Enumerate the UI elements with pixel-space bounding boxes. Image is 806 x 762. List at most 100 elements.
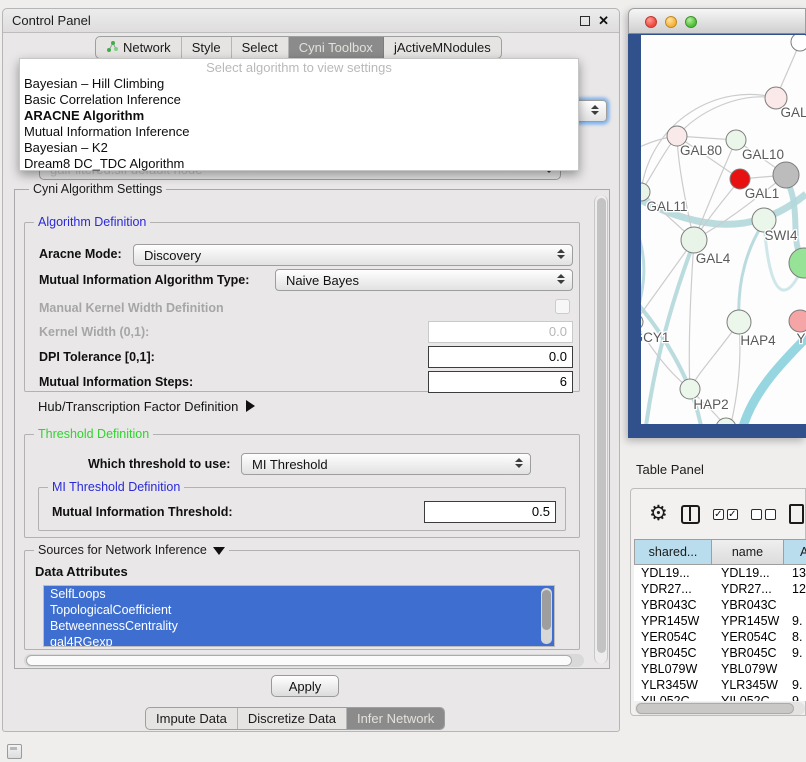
table-cell-shared-name: YIL052C (634, 693, 712, 701)
network-node[interactable] (791, 35, 806, 51)
tab-label: Infer Network (357, 711, 434, 726)
table-cell-clipped: 13 (784, 565, 806, 581)
column-header-name[interactable]: name (712, 539, 784, 565)
network-node-hap2[interactable] (680, 379, 700, 399)
deselect-all-checkboxes-icon[interactable] (751, 509, 776, 520)
minimize-window-icon[interactable] (665, 16, 677, 28)
table-row[interactable]: YDR27...YDR27...12 (634, 581, 806, 597)
dpi-tolerance-field[interactable]: 0.0 (428, 346, 573, 368)
algorithm-option[interactable]: Basic Correlation Inference (20, 92, 578, 108)
scrollbar-thumb[interactable] (542, 590, 551, 630)
network-node-gcy1[interactable] (641, 314, 643, 330)
node-label: HAP2 (693, 397, 728, 412)
column-header-clipped[interactable]: A (784, 539, 806, 565)
table-row[interactable]: YER054CYER054C8. (634, 629, 806, 645)
table-row[interactable]: YBL079WYBL079W (634, 661, 806, 677)
table-cell-clipped: 12 (784, 581, 806, 597)
table-cell-name: YBL079W (712, 661, 784, 677)
table-panel-toolbar: ⚙ ✓✓ (631, 497, 805, 531)
attribute-list-item[interactable]: gal4RGexp (44, 634, 554, 647)
manual-kernel-checkbox[interactable] (555, 299, 570, 314)
mi-threshold-field[interactable]: 0.5 (424, 501, 556, 523)
apply-button[interactable]: Apply (271, 675, 339, 697)
threshold-definition-group: Threshold Definition Which threshold to … (24, 434, 580, 538)
tab-label: Network (123, 40, 171, 55)
table-row[interactable]: YDL19...YDL19...13 (634, 565, 806, 581)
algorithm-option[interactable]: Bayesian – K2 (20, 140, 578, 156)
split-columns-icon[interactable] (681, 505, 700, 524)
tab-discretize-data[interactable]: Discretize Data (238, 708, 347, 729)
attribute-list-item[interactable]: TopologicalCoefficient (44, 602, 554, 618)
kernel-width-field[interactable]: 0.0 (428, 321, 573, 343)
aracne-mode-combo[interactable]: Discovery (133, 244, 573, 266)
combo-arrows-icon (557, 249, 565, 259)
algorithm-option[interactable]: Mutual Information Inference (20, 124, 578, 140)
algorithm-option[interactable]: Bayesian – Hill Climbing (20, 76, 578, 92)
control-panel-titlebar[interactable]: Control Panel ✕ (3, 9, 619, 33)
mi-steps-field[interactable]: 6 (428, 371, 573, 393)
network-node-gal4[interactable] (681, 227, 707, 253)
data-attributes-listbox: SelfLoopsTopologicalCoefficientBetweenne… (43, 585, 555, 647)
combo-arrows-icon (591, 105, 599, 115)
network-node[interactable] (773, 162, 799, 188)
sources-title-text: Sources for Network Inference (38, 543, 207, 557)
column-header-shared-name[interactable]: shared... (634, 539, 712, 565)
control-panel-window: Control Panel ✕ Network StyleSelectCyni T… (2, 8, 620, 732)
aracne-mode-label: Aracne Mode: (39, 243, 122, 265)
tab-jactivemnodules[interactable]: jActiveMNodules (384, 37, 501, 58)
which-threshold-label: Which threshold to use: (88, 453, 230, 475)
select-all-checkboxes-icon[interactable]: ✓✓ (713, 509, 738, 520)
which-threshold-combo[interactable]: MI Threshold (241, 453, 531, 475)
table-cell-shared-name: YDL19... (634, 565, 712, 581)
table-cell-shared-name: YBR045C (634, 645, 712, 661)
table-cell-name: YBR043C (712, 597, 784, 613)
tab-network[interactable]: Network (96, 37, 182, 58)
table-cell-clipped: 9. (784, 677, 806, 693)
mi-type-value: Naive Bayes (286, 273, 359, 288)
tab-infer-network[interactable]: Infer Network (347, 708, 444, 729)
document-icon[interactable] (789, 504, 804, 524)
listbox-vertical-scrollbar[interactable] (541, 588, 552, 644)
table-row[interactable]: YPR145WYPR145W9. (634, 613, 806, 629)
hub-definition-expander[interactable]: Hub/Transcription Factor Definition (38, 399, 255, 414)
scrollbar-thumb[interactable] (636, 703, 794, 714)
network-node-hap4[interactable] (727, 310, 751, 334)
scrollbar-thumb[interactable] (597, 198, 606, 653)
scrollbar-thumb[interactable] (26, 655, 572, 666)
attribute-list-item[interactable]: SelfLoops (44, 586, 554, 602)
table-row[interactable]: YBR043CYBR043C (634, 597, 806, 613)
tab-impute-data[interactable]: Impute Data (146, 708, 238, 729)
attribute-list-item[interactable]: BetweennessCentrality (44, 618, 554, 634)
mi-threshold-label: Mutual Information Threshold: (52, 501, 233, 523)
kernel-width-label: Kernel Width (0,1): (39, 321, 149, 343)
tab-select[interactable]: Select (232, 37, 289, 58)
network-node[interactable] (789, 248, 806, 278)
algorithm-option[interactable]: Dream8 DC_TDC Algorithm (20, 156, 578, 172)
table-cell-clipped: 8. (784, 629, 806, 645)
settings-horizontal-scrollbar[interactable] (24, 654, 584, 667)
node-label: Y (796, 331, 805, 346)
float-panel-icon[interactable] (580, 16, 590, 26)
close-panel-icon[interactable]: ✕ (598, 16, 609, 26)
settings-vertical-scrollbar[interactable] (594, 195, 608, 664)
gear-icon[interactable]: ⚙ (649, 503, 668, 525)
table-row[interactable]: YBR045CYBR045C9. (634, 645, 806, 661)
network-node-y[interactable] (789, 310, 806, 332)
table-horizontal-scrollbar[interactable] (635, 702, 805, 715)
mi-type-combo[interactable]: Naive Bayes (275, 269, 573, 291)
tab-style[interactable]: Style (182, 37, 232, 58)
node-label: GAL11 (646, 199, 687, 214)
network-window-titlebar[interactable] (628, 8, 806, 34)
table-cell-shared-name: YER054C (634, 629, 712, 645)
zoom-window-icon[interactable] (685, 16, 697, 28)
table-row[interactable]: YIL052CYIL052C9. (634, 693, 806, 701)
close-window-icon[interactable] (645, 16, 657, 28)
network-canvas[interactable]: GALGAL80GAL10GAL1GAL11SWI4GAL4GCY1HAP4YH… (641, 35, 806, 424)
algorithm-option[interactable]: ARACNE Algorithm (20, 108, 578, 124)
collapsed-panel-icon[interactable] (7, 744, 22, 759)
tab-label: jActiveMNodules (394, 40, 491, 55)
mi-threshold-group: MI Threshold Definition Mutual Informati… (38, 487, 566, 531)
table-cell-shared-name: YPR145W (634, 613, 712, 629)
tab-cyni-toolbox[interactable]: Cyni Toolbox (289, 37, 384, 58)
table-row[interactable]: YLR345WYLR345W9. (634, 677, 806, 693)
